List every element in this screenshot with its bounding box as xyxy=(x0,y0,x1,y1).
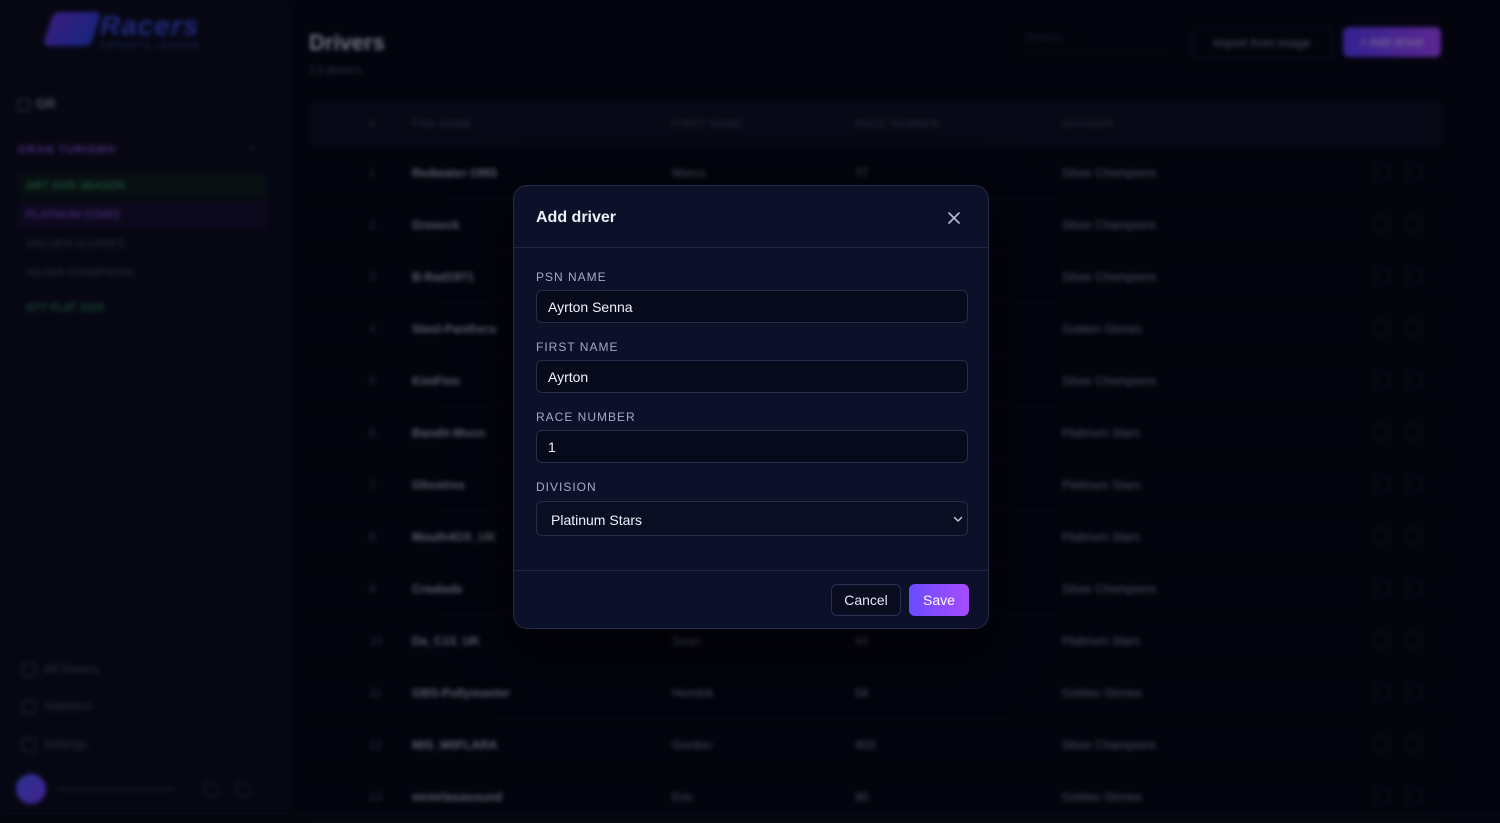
chevron-down-icon xyxy=(953,516,963,522)
close-icon xyxy=(948,212,960,224)
dialog-footer-divider xyxy=(514,570,988,571)
psn-name-label: PSN NAME xyxy=(536,270,607,284)
cancel-button[interactable]: Cancel xyxy=(831,584,901,616)
division-selected-value: Platinum Stars xyxy=(551,512,643,528)
first-name-label: FIRST NAME xyxy=(536,340,619,354)
dialog-title: Add driver xyxy=(536,209,617,226)
race-number-label: RACE NUMBER xyxy=(536,410,636,424)
save-button[interactable]: Save xyxy=(909,584,969,616)
division-label: DIVISION xyxy=(536,480,597,494)
race-number-input[interactable] xyxy=(536,430,968,463)
add-driver-dialog: Add driver PSN NAME FIRST NAME RACE NUMB… xyxy=(513,185,989,629)
first-name-input[interactable] xyxy=(536,360,968,393)
cancel-button-label: Cancel xyxy=(844,592,888,608)
psn-name-input[interactable] xyxy=(536,290,968,323)
save-button-label: Save xyxy=(923,592,955,608)
close-button[interactable] xyxy=(944,208,964,228)
dialog-header: Add driver xyxy=(514,186,988,248)
division-select[interactable]: Platinum Stars xyxy=(536,501,968,536)
